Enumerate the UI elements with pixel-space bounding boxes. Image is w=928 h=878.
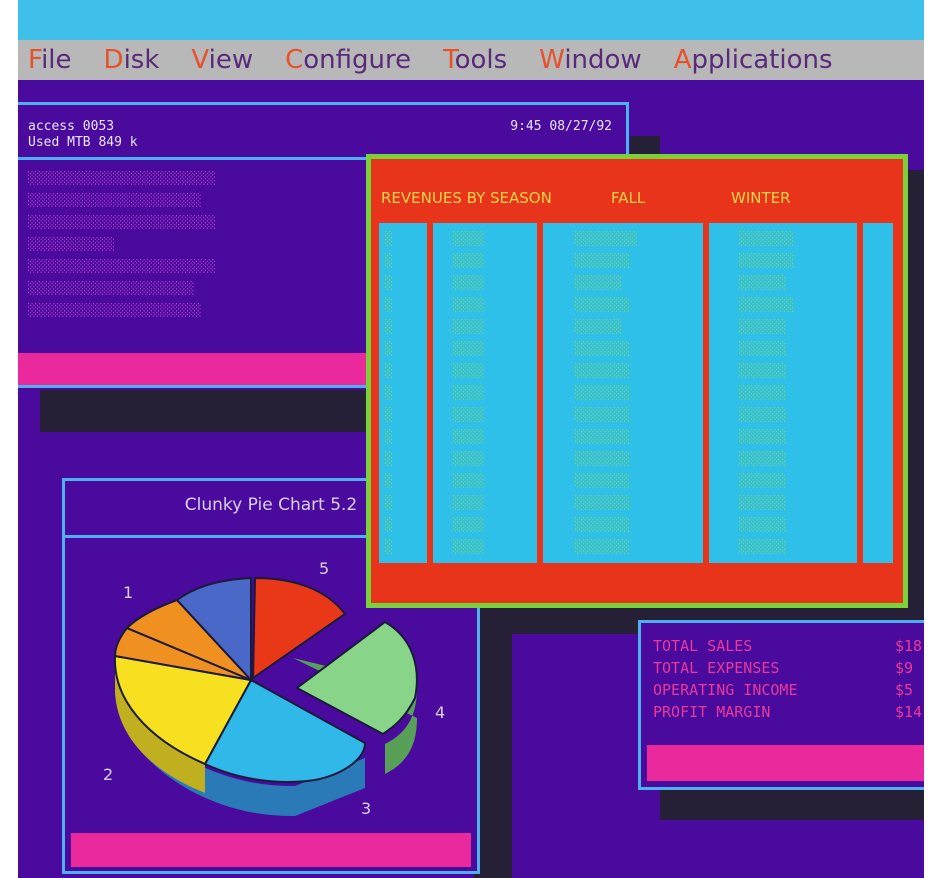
table-cells: ░░░░░░░░░░░░░░░░░░░░░░░░░░░░░░░░░░░░░░░░… [575, 232, 638, 555]
title-band [18, 0, 924, 40]
status-bar [647, 745, 924, 781]
totals-window[interactable]: TOTAL SALES $18 TOTAL EXPENSES $9 OPERATIN… [638, 620, 924, 790]
log-area: ░░░░░░░░░░░░░░░░░░░░░░░░░░ ░░░░░░░░░░░░░… [28, 171, 216, 317]
column-winter: WINTER [731, 189, 791, 207]
slice-label-3: 3 [361, 799, 371, 818]
menu-bar: File Disk View Configure Tools Window Ap… [18, 40, 924, 80]
menu-applications[interactable]: Applications [674, 45, 833, 75]
table-cells: ░░░░░░░░░░░░░░░░░░░░░░░░░░░░░░░░░░░░░░░░… [739, 232, 794, 555]
table-column [433, 223, 537, 563]
total-expenses-row: TOTAL EXPENSES $9 [653, 659, 914, 677]
table-column [863, 223, 893, 563]
operating-income-row: OPERATING INCOME $5 [653, 681, 914, 699]
slice-label-2: 2 [103, 765, 113, 784]
column-fall: FALL [611, 189, 646, 207]
profit-margin-row: PROFIT MARGIN $14 [653, 703, 923, 721]
revenue-table-window[interactable]: REVENUES BY SEASON FALL WINTER ░ ░ ░ ░ ░ ░ ░ ░ ░… [366, 154, 908, 608]
window-shadow [660, 786, 924, 820]
clock: 9:45 08/27/92 [510, 119, 612, 134]
table-cells: ░░░░░░░░░░░░░░░░░░░░░░░░░░░░░░░░░░░░░░░░… [453, 232, 485, 555]
table-header: REVENUES BY SEASON FALL WINTER [371, 159, 903, 215]
slice-label-1: 1 [123, 583, 133, 602]
slice-label-5: 5 [319, 559, 329, 578]
status-bar [71, 833, 471, 867]
table-body: ░ ░ ░ ░ ░ ░ ░ ░ ░ ░ ░ ░ ░ ░ ░ ░░░░ ░░░░ ░░░░ ░░░░ ░░░░ ░░░░… [379, 223, 893, 563]
desktop: File Disk View Configure Tools Window Ap… [18, 0, 924, 878]
slice-label-4: 4 [435, 703, 445, 722]
menu-configure[interactable]: Configure [285, 45, 411, 75]
menu-window[interactable]: Window [539, 45, 642, 75]
system-info-header: access 0053 Used MTB 849 k 9:45 08/27/92 [28, 119, 612, 151]
table-cells: ░ ░ ░ ░ ░ ░ ░ ░ ░ ░ ░ ░ ░ ░ ░ [385, 232, 393, 555]
menu-view[interactable]: View [191, 45, 253, 75]
table-title: REVENUES BY SEASON [381, 189, 552, 207]
menu-tools[interactable]: Tools [443, 45, 507, 75]
menu-disk[interactable]: Disk [104, 45, 160, 75]
used-memory-line: Used MTB 849 k [28, 135, 138, 150]
table-footer [379, 567, 895, 595]
total-sales-row: TOTAL SALES $18 [653, 637, 923, 655]
window-shadow [40, 390, 370, 432]
menu-file[interactable]: File [28, 45, 72, 75]
